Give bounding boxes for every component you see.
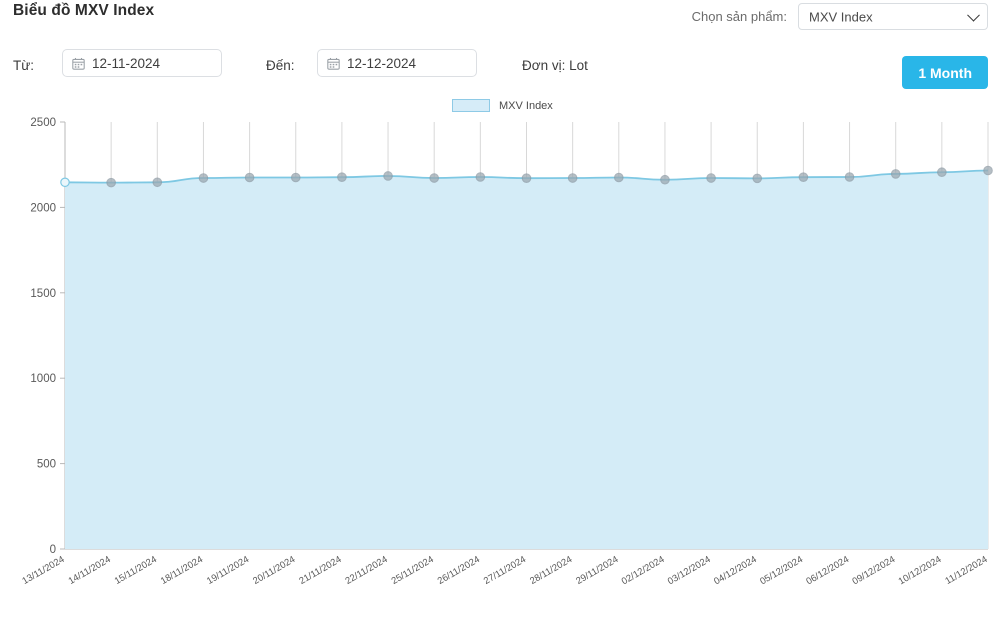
x-axis-tick-label: 10/12/2024 [897,554,944,587]
page-title: Biểu đồ MXV Index [13,2,154,20]
mxv-index-area-chart: 0 500 1000 1500 2000 2500 13/11/202414/11/2024… [0,96,1000,622]
x-axis-tick-label: 27/11/2024 [482,554,528,587]
chart-container: MXV Index 0500100015002000250013/11/2024… [0,96,1000,622]
data-point-marker[interactable] [199,174,207,182]
calendar-icon [327,57,340,70]
y-axis-tick-label: 0 [50,544,56,556]
to-date-label: Đến: [266,58,295,73]
to-date-value: 12-12-2024 [347,56,416,71]
x-axis-tick-label: 15/11/2024 [113,554,159,587]
x-axis-tick-label: 05/12/2024 [758,554,805,587]
x-axis-tick-label: 18/11/2024 [159,554,205,587]
product-picker: Chọn sản phẩm: MXV Index [692,3,988,30]
from-date-label: Từ: [13,58,34,73]
y-axis-tick-label: 2500 [30,117,56,129]
data-point-marker[interactable] [845,173,853,181]
y-axis-tick-label: 2000 [30,202,56,214]
to-date-input[interactable]: 12-12-2024 [317,49,477,77]
x-axis-tick-label: 25/11/2024 [390,554,436,587]
from-date-value: 12-11-2024 [92,56,160,71]
range-1-month-button[interactable]: 1 Month [902,56,988,89]
chevron-down-icon [967,8,980,21]
area-fill [65,171,988,549]
x-axis-tick-label: 09/12/2024 [851,554,898,587]
unit-label: Đơn vị: Lot [522,58,588,73]
product-picker-label: Chọn sản phẩm: [692,9,787,24]
data-point-marker[interactable] [522,174,530,182]
data-point-marker[interactable] [384,172,392,180]
product-select-value: MXV Index [809,9,873,24]
mxv-index-chart-page: Biểu đồ MXV Index Chọn sản phẩm: MXV Ind… [0,0,1000,622]
x-axis-tick-label: 04/12/2024 [712,554,759,587]
product-select[interactable]: MXV Index [798,3,988,30]
y-axis-tick-label: 1000 [30,373,56,385]
x-axis-tick-label: 02/12/2024 [620,554,667,587]
data-point-marker[interactable] [61,178,69,186]
from-date-input[interactable]: 12-11-2024 [62,49,222,77]
data-point-marker[interactable] [476,173,484,181]
y-axis-tick-label: 1500 [30,288,56,300]
data-point-marker[interactable] [753,174,761,182]
data-point-marker[interactable] [615,173,623,181]
x-axis-tick-label: 21/11/2024 [297,554,343,587]
x-axis-tick-label: 19/11/2024 [205,554,251,587]
x-axis-tick-label: 28/11/2024 [528,554,574,587]
data-point-marker[interactable] [430,174,438,182]
x-axis-tick-label: 06/12/2024 [804,554,851,587]
x-axis-tick-label: 20/11/2024 [251,554,297,587]
y-axis-tick-label: 500 [37,459,56,471]
data-point-marker[interactable] [661,176,669,184]
x-axis-tick-label: 26/11/2024 [436,554,482,587]
data-point-marker[interactable] [568,174,576,182]
data-point-marker[interactable] [799,173,807,181]
x-axis-tick-label: 22/11/2024 [343,554,389,587]
x-axis-tick-label: 03/12/2024 [666,554,713,587]
data-point-marker[interactable] [292,173,300,181]
data-point-marker[interactable] [107,178,115,186]
x-axis-tick-label: 13/11/2024 [20,554,66,587]
data-point-marker[interactable] [245,173,253,181]
data-point-marker[interactable] [707,174,715,182]
data-point-marker[interactable] [153,178,161,186]
data-point-marker[interactable] [984,166,992,174]
data-point-marker[interactable] [892,170,900,178]
x-axis-tick-label: 29/11/2024 [574,554,620,587]
data-point-marker[interactable] [938,168,946,176]
data-point-marker[interactable] [338,173,346,181]
x-axis-tick-label: 11/12/2024 [943,554,989,587]
x-axis-tick-label: 14/11/2024 [67,554,113,587]
calendar-icon [72,57,85,70]
